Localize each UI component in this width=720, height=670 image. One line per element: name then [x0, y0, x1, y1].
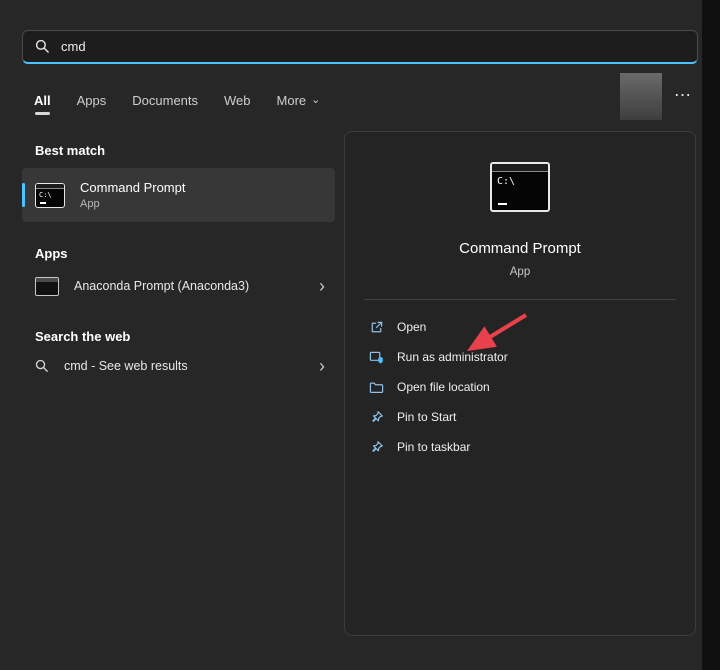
section-heading-apps: Apps [22, 246, 335, 261]
best-match-subtitle: App [80, 198, 185, 210]
search-filter-tabs: All Apps Documents Web More ⌄ [34, 88, 320, 112]
list-item-label: cmd - See web results [64, 359, 188, 373]
windows-search-panel: All Apps Documents Web More ⌄ … Best mat… [0, 0, 702, 670]
tab-more[interactable]: More ⌄ [277, 93, 321, 108]
gray-placeholder-tile [620, 73, 662, 120]
preview-panel: C:\ Command Prompt App Open Run as ad [344, 131, 696, 636]
folder-icon [369, 380, 384, 395]
action-label: Pin to Start [397, 410, 456, 424]
command-prompt-icon: C:\ [35, 183, 65, 208]
tab-documents[interactable]: Documents [132, 93, 198, 108]
results-column: Best match C:\ Command Prompt App Apps A… [22, 131, 335, 384]
search-icon [35, 39, 50, 54]
action-run-as-administrator[interactable]: Run as administrator [364, 342, 676, 372]
chevron-down-icon: ⌄ [311, 95, 320, 106]
shield-admin-icon [369, 350, 384, 365]
more-options-button[interactable]: … [668, 80, 698, 104]
action-pin-to-start[interactable]: Pin to Start [364, 402, 676, 432]
list-item-label: Anaconda Prompt (Anaconda3) [74, 279, 249, 293]
list-item-anaconda-prompt[interactable]: Anaconda Prompt (Anaconda3) › [22, 267, 335, 305]
pin-icon [369, 440, 384, 455]
search-bar[interactable] [22, 30, 698, 64]
preview-subtitle: App [510, 266, 530, 278]
tab-all[interactable]: All [34, 93, 51, 108]
tab-apps[interactable]: Apps [77, 93, 107, 108]
action-open[interactable]: Open [364, 312, 676, 342]
best-match-result[interactable]: C:\ Command Prompt App [22, 168, 335, 222]
action-label: Pin to taskbar [397, 440, 470, 454]
action-label: Open file location [397, 380, 490, 394]
open-icon [369, 320, 384, 335]
best-match-text: Command Prompt App [80, 180, 185, 210]
preview-title: Command Prompt [459, 240, 581, 257]
action-list: Open Run as administrator Open file loca… [364, 312, 676, 462]
action-open-file-location[interactable]: Open file location [364, 372, 676, 402]
search-input[interactable] [61, 39, 685, 54]
tab-more-label: More [277, 93, 307, 108]
chevron-right-icon: › [319, 357, 325, 375]
selection-accent-bar [22, 183, 25, 207]
list-item-web-search[interactable]: cmd - See web results › [22, 348, 335, 384]
action-label: Run as administrator [397, 350, 508, 364]
pin-icon [369, 410, 384, 425]
command-prompt-icon-large: C:\ [490, 162, 550, 212]
search-icon [35, 359, 49, 373]
tab-web[interactable]: Web [224, 93, 251, 108]
section-heading-best-match: Best match [22, 143, 335, 158]
section-heading-search-web: Search the web [22, 329, 335, 344]
chevron-right-icon: › [319, 277, 325, 295]
action-pin-to-taskbar[interactable]: Pin to taskbar [364, 432, 676, 462]
desktop-edge-strip [702, 0, 720, 670]
best-match-title: Command Prompt [80, 180, 185, 195]
anaconda-prompt-icon [35, 277, 59, 296]
action-label: Open [397, 320, 426, 334]
divider [364, 299, 676, 300]
